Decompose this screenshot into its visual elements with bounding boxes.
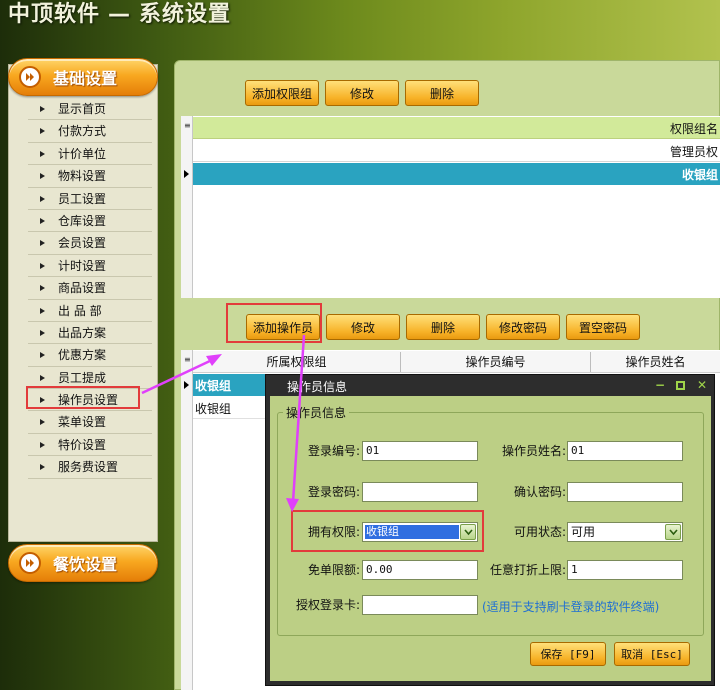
annotation-arrow bbox=[291, 334, 306, 503]
annotation-arrow bbox=[141, 358, 213, 395]
annotation-arrows bbox=[141, 334, 306, 512]
arrowhead bbox=[286, 498, 299, 512]
arrowhead bbox=[206, 354, 222, 366]
